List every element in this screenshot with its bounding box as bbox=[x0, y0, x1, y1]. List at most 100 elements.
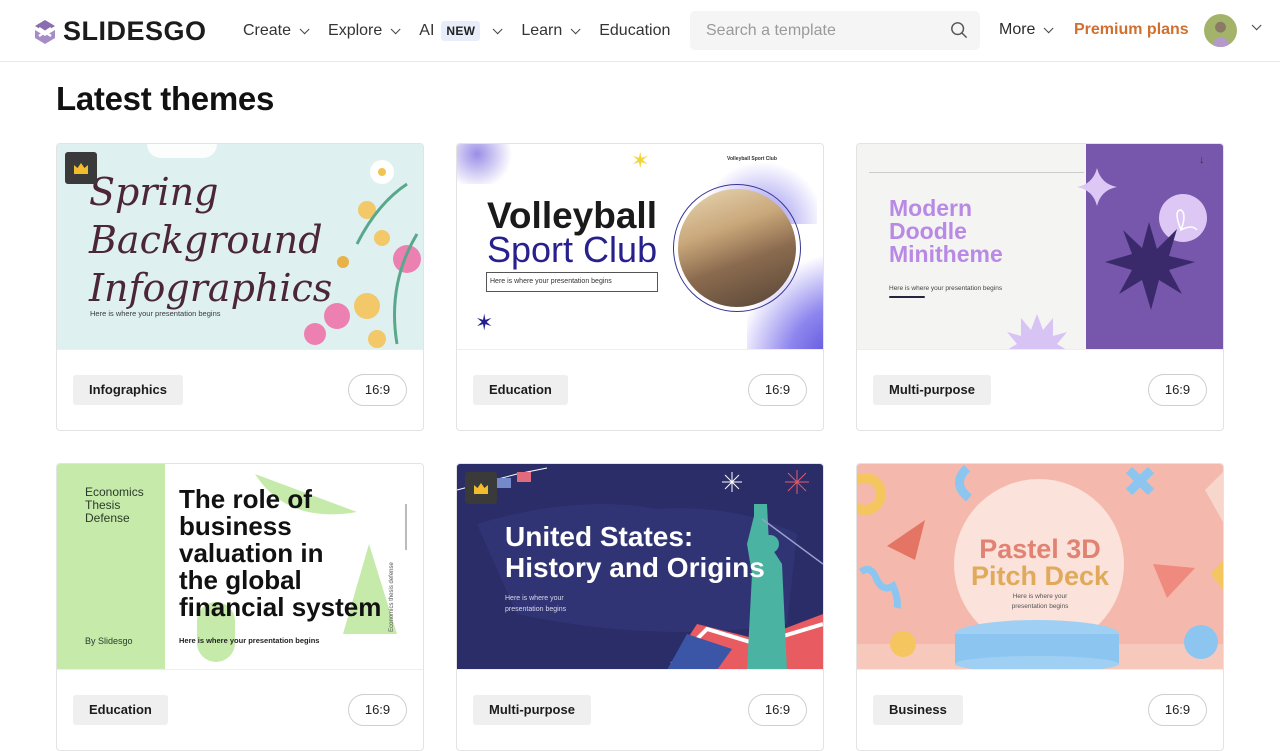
category-tag[interactable]: Education bbox=[473, 375, 568, 405]
more-label: More bbox=[999, 21, 1036, 38]
aspect-ratio-badge: 16:9 bbox=[348, 374, 407, 406]
theme-thumbnail[interactable]: ✶ ✶ Volleyball Sport Club Volleyball Spo… bbox=[457, 144, 823, 350]
thumb-brand: Volleyball Sport Club bbox=[727, 156, 777, 162]
chevron-down-icon bbox=[570, 23, 581, 34]
thumb-title: Spring Background Infographics bbox=[89, 168, 332, 312]
thumb-title-line: Background bbox=[89, 218, 323, 262]
nav-create-label: Create bbox=[243, 22, 292, 39]
search-bar bbox=[690, 11, 980, 50]
category-tag[interactable]: Multi-purpose bbox=[873, 375, 991, 405]
underline-doodle bbox=[889, 296, 925, 298]
thumb-title-line: financial system bbox=[179, 592, 382, 622]
star-icon: ✶ bbox=[475, 310, 494, 335]
side-title: Economics Thesis Defense bbox=[85, 486, 144, 525]
thumb-title: Pastel 3D Pitch Deck bbox=[857, 536, 1223, 590]
more-menu[interactable]: More bbox=[999, 21, 1055, 39]
search-icon[interactable] bbox=[950, 21, 968, 39]
category-tag[interactable]: Education bbox=[73, 695, 168, 725]
volleyball-photo bbox=[678, 189, 796, 307]
nav-education[interactable]: Education bbox=[599, 22, 670, 40]
premium-plans-link[interactable]: Premium plans bbox=[1074, 21, 1189, 39]
theme-thumbnail[interactable]: Modern Doodle Minitheme Here is where yo… bbox=[857, 144, 1223, 350]
crown-icon bbox=[474, 482, 488, 494]
theme-card[interactable]: United States: History and Origins Here … bbox=[456, 463, 824, 751]
thumb-subtitle: Here is where your presentation begins bbox=[505, 593, 566, 615]
chevron-down-icon bbox=[492, 23, 503, 34]
premium-crown-badge bbox=[465, 472, 497, 504]
user-avatar[interactable] bbox=[1204, 14, 1237, 47]
thumb-title-line: Sport Club bbox=[487, 229, 658, 270]
logo-text: SLIDESGO bbox=[63, 16, 207, 46]
nav-ai[interactable]: AI NEW bbox=[419, 21, 503, 41]
theme-card[interactable]: Economics Thesis Defense By Slidesgo The… bbox=[56, 463, 424, 751]
thumb-title-line: Modern bbox=[889, 195, 973, 221]
thumb-subtitle: Here is where your presentation begins bbox=[889, 285, 1003, 292]
thumb-title: Modern Doodle Minitheme bbox=[889, 197, 1003, 266]
theme-thumbnail[interactable]: Economics Thesis Defense By Slidesgo The… bbox=[57, 464, 423, 670]
thumb-subtitle: Here is where your presentation begins bbox=[179, 636, 320, 645]
vertical-label: Economics thesis defense bbox=[388, 562, 395, 632]
nav-ai-label: AI bbox=[419, 22, 435, 39]
thumb-title-line: Doodle bbox=[889, 218, 967, 244]
theme-card[interactable]: Spring Background Infographics Here is w… bbox=[56, 143, 424, 431]
category-tag[interactable]: Business bbox=[873, 695, 963, 725]
thumb-subtitle-line: presentation begins bbox=[1011, 603, 1069, 610]
thumb-subtitle: Here is where your presentation begins bbox=[486, 272, 658, 292]
thumb-subtitle-line: presentation begins bbox=[505, 606, 567, 613]
thumb-subtitle: Here is where your presentation begins bbox=[857, 592, 1223, 612]
gradient-blob bbox=[457, 144, 517, 184]
aspect-ratio-badge: 16:9 bbox=[1148, 374, 1207, 406]
thumb-title-line: The role of bbox=[179, 484, 312, 514]
thumb-title-line: Pastel 3D bbox=[979, 534, 1101, 564]
doodle-shapes bbox=[1007, 168, 1207, 349]
theme-thumbnail[interactable]: Pastel 3D Pitch Deck Here is where your … bbox=[857, 464, 1223, 670]
thumb-title: The role of business valuation in the gl… bbox=[179, 486, 381, 621]
nav-education-label: Education bbox=[599, 22, 671, 39]
chevron-down-icon bbox=[1044, 22, 1055, 33]
account-chevron-down-icon[interactable] bbox=[1251, 20, 1262, 31]
slidesgo-logo[interactable]: SLIDESGO bbox=[31, 16, 207, 47]
nav-explore[interactable]: Explore bbox=[328, 22, 401, 40]
thumb-title-line: History and Origins bbox=[505, 552, 765, 583]
main-nav: Create Explore AI NEW Learn Education bbox=[243, 0, 692, 62]
star-icon: ✶ bbox=[631, 148, 650, 173]
theme-card[interactable]: ✶ ✶ Volleyball Sport Club Volleyball Spo… bbox=[456, 143, 824, 431]
nav-learn[interactable]: Learn bbox=[521, 22, 581, 40]
theme-card[interactable]: Pastel 3D Pitch Deck Here is where your … bbox=[856, 463, 1224, 751]
new-badge: NEW bbox=[441, 21, 481, 41]
nav-create[interactable]: Create bbox=[243, 22, 310, 40]
flowers-illustration bbox=[304, 160, 421, 348]
thumb-title-line: United States: bbox=[505, 521, 694, 552]
chevron-down-icon bbox=[390, 23, 401, 34]
nav-explore-label: Explore bbox=[328, 22, 383, 39]
theme-card[interactable]: Modern Doodle Minitheme Here is where yo… bbox=[856, 143, 1224, 431]
side-title-line: Defense bbox=[85, 511, 130, 525]
thumb-title-line: Infographics bbox=[89, 266, 333, 310]
thumb-title-line: Minitheme bbox=[889, 241, 1003, 267]
theme-thumbnail[interactable]: Spring Background Infographics Here is w… bbox=[57, 144, 423, 350]
aspect-ratio-badge: 16:9 bbox=[748, 374, 807, 406]
thumb-subtitle-line: Here is where your bbox=[505, 595, 564, 602]
aspect-ratio-badge: 16:9 bbox=[348, 694, 407, 726]
section-title: Latest themes bbox=[56, 80, 275, 117]
logo-mark-icon bbox=[35, 19, 55, 44]
photo-frame bbox=[673, 184, 801, 312]
category-tag[interactable]: Infographics bbox=[73, 375, 184, 405]
premium-crown-badge bbox=[65, 152, 97, 184]
thumb-subtitle: Here is where your presentation begins bbox=[90, 309, 221, 318]
category-tag[interactable]: Multi-purpose bbox=[473, 695, 591, 725]
crown-icon bbox=[74, 162, 88, 174]
by-slidesgo: By Slidesgo bbox=[85, 636, 133, 646]
arrow-down-icon: ↓ bbox=[1199, 154, 1205, 166]
thumb-title-line: business bbox=[179, 511, 292, 541]
thumb-title-line: valuation in bbox=[179, 538, 324, 568]
chevron-down-icon bbox=[299, 23, 310, 34]
theme-thumbnail[interactable]: United States: History and Origins Here … bbox=[457, 464, 823, 670]
search-input[interactable] bbox=[690, 21, 930, 40]
cloud-shape bbox=[147, 144, 217, 158]
thumb-title-line: Spring bbox=[89, 170, 219, 214]
aspect-ratio-badge: 16:9 bbox=[748, 694, 807, 726]
top-navbar: SLIDESGO Create Explore AI NEW Learn Edu… bbox=[0, 0, 1280, 62]
thumb-subtitle-line: Here is where your bbox=[1012, 593, 1068, 600]
thumb-title-line: Pitch Deck bbox=[970, 561, 1110, 591]
